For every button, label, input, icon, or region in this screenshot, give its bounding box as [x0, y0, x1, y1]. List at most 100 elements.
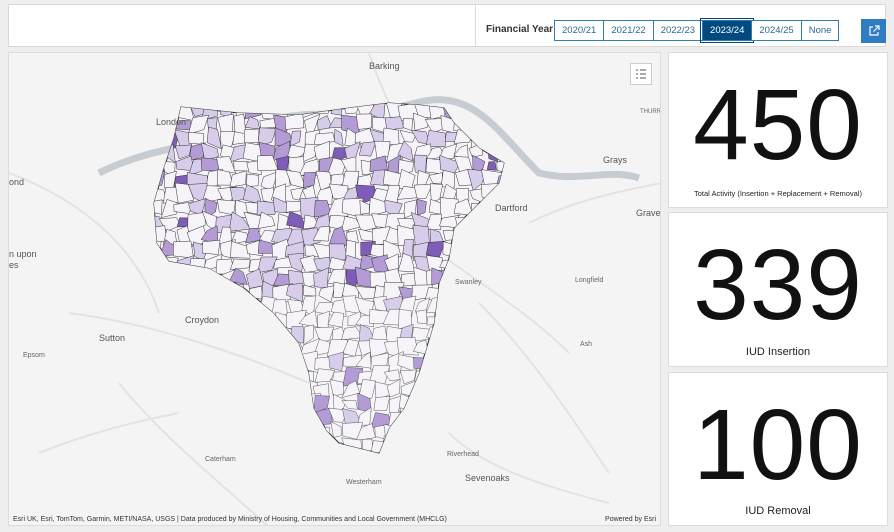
- ward-polygon[interactable]: [205, 379, 222, 400]
- ward-polygon[interactable]: [499, 240, 515, 259]
- map-view[interactable]: Barking London Grays Dartford Graves Swa…: [8, 52, 661, 526]
- ward-polygon[interactable]: [178, 350, 194, 370]
- ward-polygon[interactable]: [425, 342, 443, 358]
- ward-polygon[interactable]: [457, 356, 469, 370]
- ward-polygon[interactable]: [145, 310, 167, 331]
- ward-polygon[interactable]: [216, 352, 233, 369]
- ward-polygon[interactable]: [271, 409, 292, 429]
- ward-polygon[interactable]: [174, 269, 194, 288]
- year-button-2024-25[interactable]: 2024/25: [751, 20, 802, 41]
- ward-polygon[interactable]: [216, 308, 234, 326]
- ward-polygon[interactable]: [229, 379, 250, 398]
- ward-polygon[interactable]: [501, 112, 511, 130]
- ward-polygon[interactable]: [442, 229, 459, 241]
- ward-polygon[interactable]: [217, 295, 235, 311]
- ward-polygon[interactable]: [163, 382, 181, 402]
- ward-polygon[interactable]: [146, 127, 165, 146]
- ward-polygon[interactable]: [355, 113, 372, 130]
- ward-polygon[interactable]: [454, 368, 473, 388]
- ward-polygon[interactable]: [229, 313, 251, 328]
- ward-polygon[interactable]: [497, 421, 516, 439]
- year-button-2022-23[interactable]: 2022/23: [652, 20, 704, 41]
- ward-polygon[interactable]: [316, 426, 331, 444]
- ward-polygon[interactable]: [495, 228, 516, 244]
- ward-polygon[interactable]: [244, 310, 264, 329]
- ward-polygon[interactable]: [165, 368, 182, 385]
- ward-polygon[interactable]: [174, 344, 190, 353]
- ward-polygon[interactable]: [499, 352, 515, 372]
- ward-polygon[interactable]: [262, 310, 275, 332]
- ward-polygon[interactable]: [174, 282, 193, 303]
- ward-polygon[interactable]: [482, 436, 501, 454]
- share-button[interactable]: [861, 19, 886, 43]
- ward-polygon[interactable]: [201, 266, 217, 287]
- ward-polygon[interactable]: [159, 281, 180, 299]
- ward-polygon[interactable]: [467, 253, 488, 269]
- ward-polygon[interactable]: [484, 337, 503, 354]
- ward-polygon[interactable]: [258, 379, 275, 401]
- ward-polygon[interactable]: [454, 287, 472, 299]
- ward-polygon[interactable]: [273, 382, 294, 401]
- ward-polygon[interactable]: [230, 408, 250, 425]
- ward-polygon[interactable]: [471, 240, 488, 260]
- ward-polygon[interactable]: [471, 379, 487, 400]
- ward-polygon[interactable]: [316, 455, 334, 469]
- ward-polygon[interactable]: [228, 323, 250, 345]
- ward-polygon[interactable]: [495, 408, 511, 429]
- ward-polygon[interactable]: [439, 285, 461, 300]
- ward-polygon[interactable]: [442, 309, 461, 330]
- ward-polygon[interactable]: [271, 341, 292, 358]
- ward-polygon[interactable]: [425, 382, 442, 397]
- ward-polygon[interactable]: [172, 240, 194, 259]
- ward-polygon[interactable]: [440, 439, 459, 450]
- ward-polygon[interactable]: [445, 356, 461, 373]
- ward-polygon[interactable]: [441, 381, 462, 399]
- ward-polygon[interactable]: [202, 409, 221, 430]
- ward-polygon[interactable]: [472, 226, 489, 243]
- ward-polygon[interactable]: [371, 450, 391, 468]
- ward-polygon[interactable]: [401, 450, 418, 467]
- ward-polygon[interactable]: [300, 448, 320, 466]
- ward-polygon[interactable]: [187, 367, 205, 386]
- ward-polygon[interactable]: [277, 437, 288, 454]
- ward-polygon[interactable]: [416, 309, 428, 324]
- ward-polygon[interactable]: [471, 398, 485, 412]
- ward-polygon[interactable]: [191, 280, 208, 301]
- ward-polygon[interactable]: [160, 296, 179, 317]
- year-button-2020-21[interactable]: 2020/21: [554, 20, 605, 41]
- ward-polygon[interactable]: [257, 425, 279, 439]
- ward-polygon[interactable]: [191, 412, 207, 427]
- ward-polygon[interactable]: [467, 367, 485, 384]
- ward-polygon[interactable]: [500, 312, 514, 330]
- ward-polygon[interactable]: [174, 371, 195, 386]
- ward-polygon[interactable]: [359, 450, 372, 469]
- ward-polygon[interactable]: [187, 270, 207, 287]
- ward-polygon[interactable]: [498, 339, 514, 357]
- ward-polygon[interactable]: [342, 449, 359, 469]
- ward-polygon[interactable]: [243, 301, 264, 313]
- ward-polygon[interactable]: [413, 384, 432, 402]
- ward-polygon[interactable]: [498, 255, 512, 268]
- ward-polygon[interactable]: [179, 395, 192, 414]
- ward-polygon[interactable]: [438, 327, 458, 345]
- ward-polygon[interactable]: [242, 381, 265, 395]
- ward-polygon[interactable]: [411, 449, 429, 469]
- ward-polygon[interactable]: [480, 257, 503, 275]
- ward-polygon[interactable]: [384, 454, 402, 469]
- ward-polygon[interactable]: [398, 421, 420, 439]
- ward-polygon[interactable]: [330, 450, 345, 468]
- ward-polygon[interactable]: [149, 171, 166, 186]
- ward-polygon[interactable]: [248, 393, 265, 413]
- ward-polygon[interactable]: [243, 366, 261, 385]
- ward-polygon[interactable]: [454, 216, 475, 231]
- ward-polygon[interactable]: [203, 294, 221, 317]
- ward-polygon[interactable]: [216, 281, 236, 302]
- ward-polygon[interactable]: [399, 407, 420, 429]
- ward-polygon[interactable]: [383, 424, 403, 443]
- ward-polygon[interactable]: [258, 392, 275, 416]
- ward-polygon[interactable]: [458, 338, 472, 352]
- ward-polygon[interactable]: [230, 364, 249, 385]
- ward-polygon[interactable]: [454, 395, 472, 413]
- ward-polygon[interactable]: [245, 424, 261, 442]
- ward-polygon[interactable]: [242, 337, 263, 357]
